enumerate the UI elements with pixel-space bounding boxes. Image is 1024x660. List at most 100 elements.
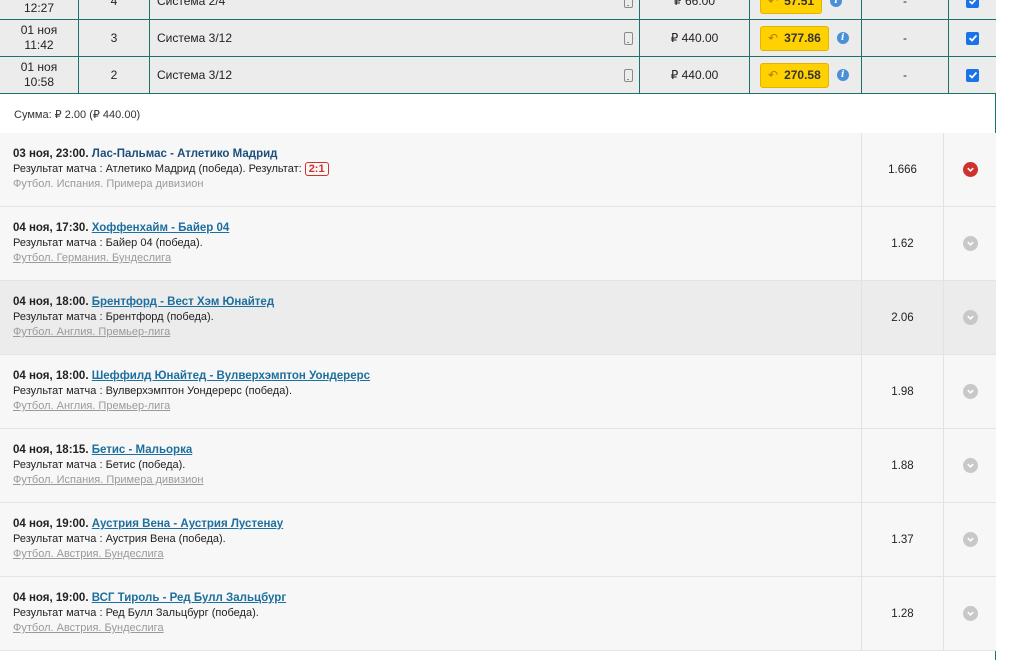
event-league[interactable]: Футбол. Испания. Примера дивизион — [13, 473, 861, 488]
cashout-button[interactable]: ↶ 377.86 — [760, 25, 829, 51]
checkbox-checked-icon[interactable] — [966, 68, 979, 82]
chevron-down-circle-pending-icon[interactable] — [962, 458, 978, 473]
selection-row: 03 ноя, 23:00. Лас-Пальмас - Атлетико Ма… — [0, 133, 996, 207]
bet-type-cell: Система 3/12 — [150, 57, 640, 93]
chevron-down-circle-pending-icon[interactable] — [962, 532, 978, 547]
bet-select-cell — [949, 20, 996, 56]
cashout-button[interactable]: ↶ 270.58 — [760, 62, 829, 88]
selection-market: Результат матча : Атлетико Мадрид (побед… — [13, 163, 302, 175]
bet-type-cell: Система 3/12 — [150, 20, 640, 56]
event-match-link[interactable]: Шеффилд Юнайтед - Вулверхэмптон Уондерер… — [92, 370, 370, 382]
selection-odds: 1.98 — [862, 355, 944, 428]
chevron-down-circle-pending-icon[interactable] — [962, 606, 978, 621]
event-datetime: 04 ноя, 19:00. — [13, 518, 89, 530]
bet-date: 01 ноя — [20, 60, 58, 74]
event-datetime: 03 ноя, 23:00. — [13, 148, 89, 160]
event-datetime: 04 ноя, 18:15. — [13, 444, 89, 456]
checkbox-checked-icon[interactable] — [966, 31, 979, 45]
bet-row[interactable]: 01 ноя 11:42 3 Система 3/12 ₽ 440.00 ↶ 377… — [0, 20, 996, 57]
selection-status-cell — [944, 281, 996, 354]
selection-status-cell — [944, 503, 996, 576]
selection-row: 04 ноя, 18:15. Бетис - Мальорка Результа… — [0, 429, 996, 503]
event-match-link[interactable]: Брентфорд - Вест Хэм Юнайтед — [92, 296, 274, 308]
chevron-down-circle-pending-icon[interactable] — [962, 310, 978, 325]
bet-type: Система 3/12 — [157, 31, 233, 45]
bet-type: Система 3/12 — [157, 68, 233, 82]
bet-summary: Сумма: ₽ 2.00 (₽ 440.00) — [14, 109, 141, 121]
bet-row[interactable]: 12:27 4 Система 2/4 ₽ 66.00 ↶ 57.51 i - — [0, 0, 996, 20]
bet-select-cell — [949, 0, 996, 19]
selection-details: 04 ноя, 17:30. Хоффенхайм - Байер 04 Рез… — [0, 207, 862, 280]
selection-list: 03 ноя, 23:00. Лас-Пальмас - Атлетико Ма… — [0, 133, 996, 651]
bet-time: 12:27 — [23, 1, 55, 15]
mobile-phone-icon — [624, 31, 633, 45]
event-match-link[interactable]: Хоффенхайм - Байер 04 — [92, 222, 230, 234]
event-match-link[interactable]: Бетис - Мальорка — [92, 444, 193, 456]
event-league[interactable]: Футбол. Австрия. Бундеслига — [13, 621, 861, 636]
event-datetime: 04 ноя, 19:00. — [13, 592, 89, 604]
cashout-arrow-icon: ↶ — [768, 31, 779, 45]
event-datetime: 04 ноя, 18:00. — [13, 296, 89, 308]
selection-details: 03 ноя, 23:00. Лас-Пальмас - Атлетико Ма… — [0, 133, 862, 206]
selection-market: Результат матча : Брентфорд (победа). — [13, 311, 214, 323]
selection-row: 04 ноя, 18:00. Брентфорд - Вест Хэм Юнай… — [0, 281, 996, 355]
info-icon[interactable]: i — [836, 32, 849, 44]
selection-market: Результат матча : Вулверхэмптон Уондерер… — [13, 385, 293, 397]
bets-table: 12:27 4 Система 2/4 ₽ 66.00 ↶ 57.51 i - 0… — [0, 0, 996, 94]
bet-select-cell — [949, 57, 996, 93]
selection-odds: 1.37 — [862, 503, 944, 576]
selection-status-cell — [944, 577, 996, 650]
mobile-phone-icon — [624, 0, 633, 8]
selection-row: 04 ноя, 19:00. Аустрия Вена - Аустрия Лу… — [0, 503, 996, 577]
cashout-amount: 57.51 — [784, 0, 815, 8]
chevron-down-circle-pending-icon[interactable] — [962, 384, 978, 399]
bet-row[interactable]: 01 ноя 10:58 2 Система 3/12 ₽ 440.00 ↶ 270… — [0, 57, 996, 94]
event-league[interactable]: Футбол. Германия. Бундеслига — [13, 251, 861, 266]
selection-odds: 1.28 — [862, 577, 944, 650]
bet-stake: ₽ 440.00 — [640, 20, 750, 56]
event-league[interactable]: Футбол. Австрия. Бундеслига — [13, 547, 861, 562]
cashout-amount: 270.58 — [784, 68, 821, 82]
bet-type: Система 2/4 — [157, 0, 226, 8]
event-match-link[interactable]: Аустрия Вена - Аустрия Лустенау — [92, 518, 284, 530]
event-datetime: 04 ноя, 18:00. — [13, 370, 89, 382]
selection-status-cell — [944, 355, 996, 428]
selection-details: 04 ноя, 18:00. Брентфорд - Вест Хэм Юнай… — [0, 281, 862, 354]
event-match-link[interactable]: ВСГ Тироль - Ред Булл Зальцбург — [92, 592, 286, 604]
chevron-down-circle-lost-icon[interactable] — [962, 162, 978, 177]
selection-status-cell — [944, 133, 996, 206]
bet-count: 4 — [79, 0, 150, 19]
selection-odds: 2.06 — [862, 281, 944, 354]
cashout-arrow-icon: ↶ — [768, 68, 779, 82]
checkbox-checked-icon[interactable] — [966, 0, 979, 8]
event-league[interactable]: Футбол. Англия. Премьер-лига — [13, 325, 861, 340]
info-icon[interactable]: i — [836, 69, 849, 81]
selection-row: 04 ноя, 19:00. ВСГ Тироль - Ред Булл Зал… — [0, 577, 996, 651]
bet-datetime: 12:27 — [0, 0, 79, 19]
bet-type-cell: Система 2/4 — [150, 0, 640, 19]
chevron-down-circle-pending-icon[interactable] — [962, 236, 978, 251]
selection-market: Результат матча : Бетис (победа). — [13, 459, 186, 471]
bet-count: 3 — [79, 20, 150, 56]
cashout-arrow-icon: ↶ — [768, 0, 779, 8]
bet-datetime: 01 ноя 11:42 — [0, 20, 79, 56]
event-result-badge: 2:1 — [304, 162, 329, 176]
cashout-amount: 377.86 — [784, 31, 821, 45]
info-icon[interactable]: i — [830, 0, 843, 7]
selection-market: Результат матча : Ред Булл Зальцбург (по… — [13, 607, 259, 619]
selection-details: 04 ноя, 19:00. Аустрия Вена - Аустрия Лу… — [0, 503, 862, 576]
bet-result: - — [862, 57, 949, 93]
bet-count: 2 — [79, 57, 150, 93]
selection-market: Результат матча : Байер 04 (победа). — [13, 237, 203, 249]
cashout-cell: ↶ 57.51 i — [750, 0, 862, 19]
selection-status-cell — [944, 429, 996, 502]
selection-odds: 1.88 — [862, 429, 944, 502]
cashout-button[interactable]: ↶ 57.51 — [760, 0, 823, 14]
cashout-cell: ↶ 377.86 i — [750, 20, 862, 56]
selection-status-cell — [944, 207, 996, 280]
bet-datetime: 01 ноя 10:58 — [0, 57, 79, 93]
selection-details: 04 ноя, 19:00. ВСГ Тироль - Ред Булл Зал… — [0, 577, 862, 650]
event-match-link[interactable]: Лас-Пальмас - Атлетико Мадрид — [92, 148, 278, 160]
event-datetime: 04 ноя, 17:30. — [13, 222, 89, 234]
event-league[interactable]: Футбол. Англия. Премьер-лига — [13, 399, 861, 414]
